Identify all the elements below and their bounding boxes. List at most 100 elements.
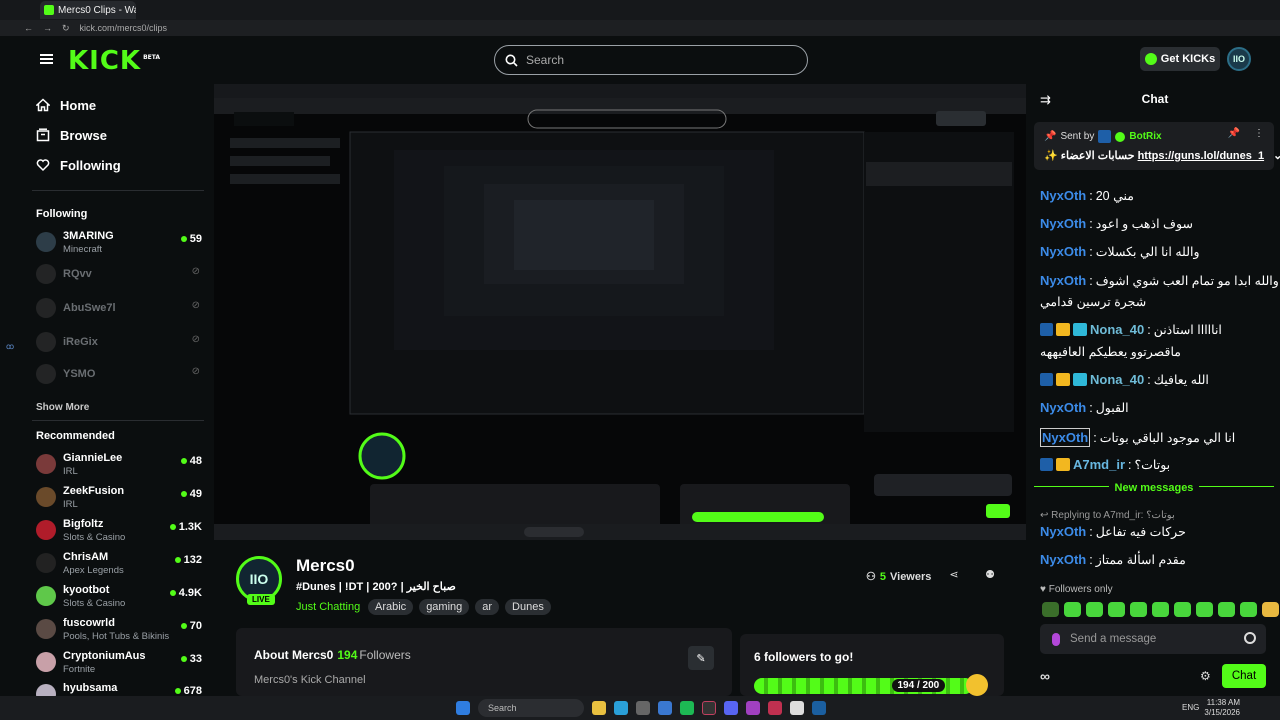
unpin-icon[interactable]: 📌 (1228, 128, 1240, 139)
recommended-channel-giannielee[interactable]: GiannieLee IRL 48 (36, 450, 206, 480)
settings-icon[interactable] (790, 701, 804, 715)
live-dot-icon (174, 688, 181, 694)
live-dot-icon (180, 623, 187, 629)
following-channel-ysmo[interactable]: YSMO ⊘ (36, 360, 206, 390)
offline-icon: ⊘ (191, 300, 200, 311)
emote-icon[interactable] (1086, 602, 1103, 617)
app-icon[interactable] (636, 701, 650, 715)
browser-tab[interactable]: Mercs0 Clips - Watch Live (40, 1, 136, 19)
recommended-channel-chrisam[interactable]: ChrisAM Apex Legends 132 (36, 549, 206, 579)
taskbar-search[interactable]: Search (478, 699, 584, 717)
subscriber-badge-icon (1073, 323, 1087, 336)
recommended-channel-bigfoltz[interactable]: Bigfoltz Slots & Casino 1.3K (36, 516, 206, 546)
get-kicks-button[interactable]: Get KICKs (1140, 47, 1220, 71)
discord-icon[interactable] (724, 701, 738, 715)
chat-message: NyxOth: حركات فيه تفاعل (1040, 524, 1186, 539)
tag-dunes[interactable]: Dunes (505, 599, 551, 615)
opera-icon[interactable] (768, 701, 782, 715)
reply-note: ↩ Replying to A7md_ir: بوتات؟ (1040, 510, 1175, 521)
app-icon[interactable] (746, 701, 760, 715)
edge-icon[interactable] (614, 701, 628, 715)
recommended-channel-kyootbot[interactable]: kyootbot Slots & Casino 4.9K (36, 582, 206, 612)
tag-arabic[interactable]: Arabic (368, 599, 414, 615)
emote-icon[interactable] (1064, 602, 1081, 617)
live-dot-icon (180, 656, 187, 662)
emote-icon[interactable] (1108, 602, 1125, 617)
following-channel-3maring[interactable]: 3MARING Minecraft 59 (36, 228, 206, 258)
chat-message: Nona_40: الله يعافيك (1040, 372, 1209, 387)
channel-info: IIO LIVE Mercs0 #Dunes | !DT | 200? | صب… (214, 540, 1026, 696)
pinned-user[interactable]: BotRix (1129, 131, 1161, 142)
reload-icon[interactable]: ↻ (62, 23, 70, 34)
menu-icon[interactable] (40, 54, 53, 64)
gear-icon[interactable]: ⚙ (1200, 669, 1211, 683)
browser-tab-title: Mercs0 Clips - Watch Live (58, 4, 136, 16)
search-box[interactable] (494, 45, 808, 75)
following-channel-abuswe7l[interactable]: AbuSwe7l ⊘ (36, 294, 206, 324)
following-channel-rqvv[interactable]: RQvv ⊘ (36, 260, 206, 290)
chevron-down-icon[interactable]: ⌄ (1273, 150, 1280, 162)
new-messages-divider[interactable]: New messages (1034, 482, 1274, 502)
user-avatar[interactable]: IIO (1227, 47, 1251, 71)
clock[interactable]: 11:38 AM 3/15/2026 (1204, 698, 1240, 718)
site-header: KICKBETA Get KICKs IIO (0, 36, 1280, 84)
nav-home[interactable]: Home (36, 94, 96, 116)
language-indicator[interactable]: ENG (1182, 703, 1199, 712)
emote-icon[interactable] (1130, 602, 1147, 617)
store-icon[interactable] (658, 701, 672, 715)
emote-icon[interactable] (1262, 602, 1279, 617)
emoji-icon (966, 674, 988, 696)
file-explorer-icon[interactable] (592, 701, 606, 715)
show-more-link[interactable]: Show More (36, 402, 89, 413)
nav-browse[interactable]: Browse (36, 124, 107, 146)
avatar (36, 298, 56, 318)
kick-logo[interactable]: KICK BETA (68, 46, 160, 76)
emoji-picker-icon[interactable] (1244, 632, 1256, 644)
emote-icon[interactable] (1174, 602, 1191, 617)
recommended-channel-zeekfusion[interactable]: ZeekFusion IRL 49 (36, 483, 206, 513)
live-dot-icon (169, 524, 176, 530)
infinity-points-icon[interactable]: ∞ (1040, 668, 1050, 684)
back-icon[interactable]: ← (24, 23, 33, 33)
url-text[interactable]: kick.com/mercs0/clips (80, 23, 168, 33)
chat-input-box[interactable] (1040, 624, 1266, 654)
emote-icon[interactable] (1218, 602, 1235, 617)
follow-user-icon[interactable]: ⚉ (982, 568, 998, 584)
goal-count: 194 / 200 (891, 679, 946, 692)
avatar (36, 520, 56, 540)
chat-footer: ∞ ⚙ Chat (1040, 664, 1266, 690)
category-link[interactable]: Just Chatting (296, 601, 360, 613)
pinned-link[interactable]: https://guns.lol/dunes_1 (1138, 150, 1265, 162)
emote-icon[interactable] (1196, 602, 1213, 617)
share-icon[interactable]: ⋖ (946, 568, 962, 584)
address-bar[interactable]: ← → ↻ kick.com/mercs0/clips (0, 20, 1280, 36)
goal-title: 6 followers to go! (754, 650, 854, 664)
emote-icon[interactable] (1152, 602, 1169, 617)
steam-icon[interactable] (812, 701, 826, 715)
video-player[interactable] (214, 84, 1026, 540)
chat-message: NyxOth: القبول (1040, 400, 1129, 415)
recommended-channel-cryptoniumaus[interactable]: CryptoniumAus Fortnite 33 (36, 648, 206, 678)
following-channel-iregix[interactable]: iReGix ⊘ (36, 328, 206, 358)
channel-name[interactable]: Mercs0 (296, 556, 355, 576)
emote-icon[interactable] (1042, 602, 1059, 617)
edit-button[interactable]: ✎ (688, 646, 714, 670)
tag-gaming[interactable]: gaming (419, 599, 470, 615)
recommended-channel-hyubsama[interactable]: hyubsama 678 (36, 680, 206, 696)
emote-icon[interactable] (1240, 602, 1257, 617)
tag-ar[interactable]: ar (475, 599, 500, 615)
search-input[interactable] (526, 53, 786, 67)
pin-icon: 📌 (1044, 131, 1057, 142)
crown-badge-icon (1056, 373, 1070, 386)
chat-input[interactable] (1070, 633, 1220, 645)
microphone-icon[interactable] (1052, 632, 1060, 646)
more-options-icon[interactable]: ⋮ (1254, 128, 1264, 139)
recommended-channel-fuscowrld[interactable]: fuscowrld Pools, Hot Tubs & Bikinis 70 (36, 615, 206, 645)
terminal-icon[interactable] (702, 701, 716, 715)
chat-message-continuation: ماقصرتوو يعطيكم العافيههه (1040, 345, 1181, 359)
windows-start-icon[interactable] (456, 701, 470, 715)
nav-following[interactable]: Following (36, 154, 121, 176)
send-chat-button[interactable]: Chat (1222, 664, 1266, 688)
spotify-icon[interactable] (680, 701, 694, 715)
forward-icon[interactable]: → (43, 23, 52, 33)
